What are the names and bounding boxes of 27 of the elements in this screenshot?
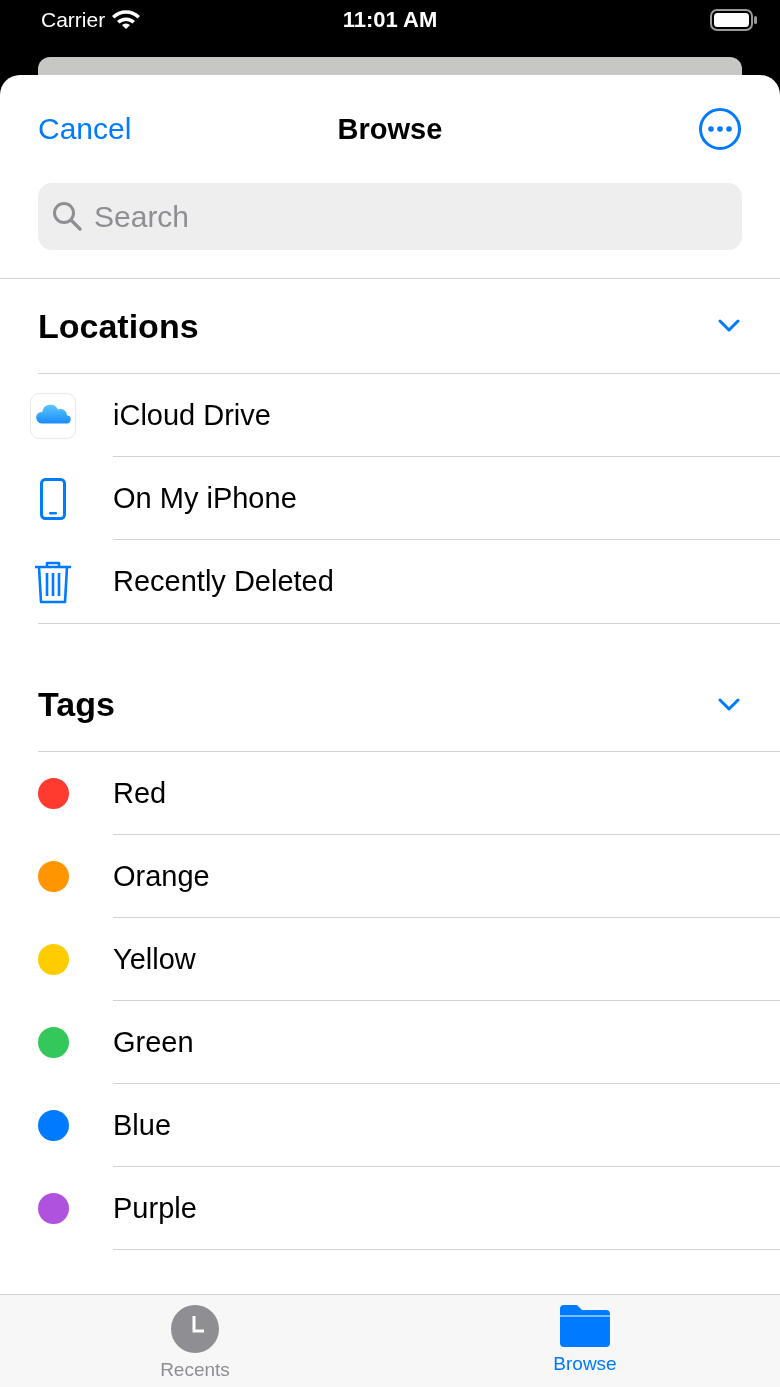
- trash-icon: [34, 559, 72, 604]
- more-icon[interactable]: [698, 107, 742, 151]
- tab-button[interactable]: Browse: [390, 1295, 780, 1387]
- tag-item[interactable]: Yellow: [113, 918, 780, 1001]
- chevron-down-icon[interactable]: [718, 697, 740, 712]
- tag-item[interactable]: Green: [113, 1001, 780, 1084]
- wifi-icon: [111, 9, 142, 31]
- phone-icon: [40, 477, 66, 520]
- section-title: Locations: [38, 306, 199, 346]
- tag-item[interactable]: Red: [113, 752, 780, 835]
- clock-icon: [171, 1305, 219, 1353]
- location-item[interactable]: Recently Deleted: [113, 540, 780, 623]
- location-item[interactable]: On My iPhone: [113, 457, 780, 540]
- folder-icon: [560, 1305, 610, 1347]
- battery-icon: [710, 9, 758, 31]
- cancel-button[interactable]: Cancel: [38, 112, 132, 146]
- chevron-down-icon[interactable]: [718, 319, 740, 333]
- search-field[interactable]: Search: [38, 183, 742, 250]
- screen-title: Browse: [337, 112, 443, 146]
- clock-time: 11:01 AM: [342, 7, 438, 33]
- carrier-label: Carrier: [41, 8, 106, 32]
- tag-item[interactable]: Blue: [113, 1084, 780, 1167]
- search-icon: [52, 201, 82, 231]
- location-item[interactable]: iCloud Drive: [113, 374, 780, 457]
- tag-item[interactable]: Orange: [113, 835, 780, 918]
- tag-item[interactable]: Purple: [113, 1167, 780, 1250]
- section-title: Tags: [38, 685, 115, 724]
